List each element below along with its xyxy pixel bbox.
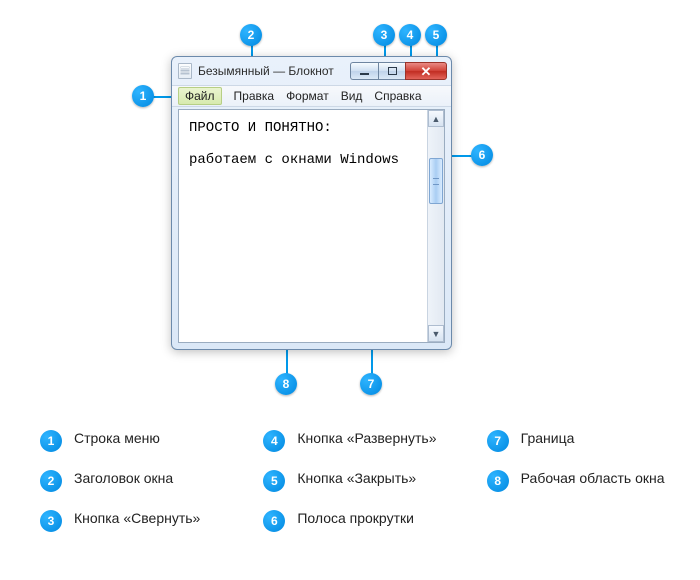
close-icon: ✕	[421, 65, 432, 78]
minimize-icon	[360, 73, 369, 75]
callout-3: 3	[373, 24, 395, 46]
menu-file[interactable]: Файл	[178, 87, 222, 105]
legend-item-4: 4 Кнопка «Развернуть»	[263, 430, 456, 452]
legend-num-8: 8	[487, 470, 509, 492]
scroll-thumb[interactable]	[429, 158, 443, 204]
notepad-icon	[178, 63, 192, 79]
menu-help[interactable]: Справка	[374, 89, 421, 103]
legend-num-5: 5	[263, 470, 285, 492]
legend-label-3: Кнопка «Свернуть»	[74, 510, 200, 528]
body-line-1: ПРОСТО И ПОНЯТНО:	[189, 120, 332, 136]
text-area[interactable]: ПРОСТО И ПОНЯТНО: работаем с окнами Wind…	[179, 110, 427, 342]
legend-num-3: 3	[40, 510, 62, 532]
scroll-down-button[interactable]: ▼	[428, 325, 444, 342]
menu-edit[interactable]: Правка	[234, 89, 275, 103]
callout-7: 7	[360, 373, 382, 395]
legend: 1 Строка меню 2 Заголовок окна 3 Кнопка …	[40, 430, 680, 532]
legend-label-7: Граница	[521, 430, 575, 448]
legend-col-1: 1 Строка меню 2 Заголовок окна 3 Кнопка …	[40, 430, 233, 532]
notepad-window: Безымянный — Блокнот ✕ Файл Правка Форма…	[171, 56, 452, 350]
legend-num-6: 6	[263, 510, 285, 532]
legend-label-4: Кнопка «Развернуть»	[297, 430, 436, 448]
callout-8: 8	[275, 373, 297, 395]
minimize-button[interactable]	[350, 62, 378, 80]
callout-4: 4	[399, 24, 421, 46]
legend-item-7: 7 Граница	[487, 430, 680, 452]
menubar: Файл Правка Формат Вид Справка	[172, 85, 451, 107]
legend-label-5: Кнопка «Закрыть»	[297, 470, 416, 488]
legend-label-6: Полоса прокрутки	[297, 510, 414, 528]
legend-num-4: 4	[263, 430, 285, 452]
maximize-button[interactable]	[378, 62, 406, 80]
legend-item-6: 6 Полоса прокрутки	[263, 510, 456, 532]
legend-item-3: 3 Кнопка «Свернуть»	[40, 510, 233, 532]
window-title: Безымянный — Блокнот	[198, 64, 344, 78]
legend-num-7: 7	[487, 430, 509, 452]
legend-item-2: 2 Заголовок окна	[40, 470, 233, 492]
leader-7	[371, 347, 373, 375]
scroll-up-button[interactable]: ▲	[428, 110, 444, 127]
legend-item-8: 8 Рабочая область окна	[487, 470, 680, 492]
legend-item-1: 1 Строка меню	[40, 430, 233, 452]
menu-format[interactable]: Формат	[286, 89, 329, 103]
legend-num-1: 1	[40, 430, 62, 452]
legend-item-5: 5 Кнопка «Закрыть»	[263, 470, 456, 492]
window-buttons: ✕	[350, 62, 447, 80]
maximize-icon	[388, 67, 397, 75]
legend-col-3: 7 Граница 8 Рабочая область окна	[487, 430, 680, 532]
legend-num-2: 2	[40, 470, 62, 492]
callout-1: 1	[132, 85, 154, 107]
callout-6: 6	[471, 144, 493, 166]
menu-view[interactable]: Вид	[341, 89, 363, 103]
vertical-scrollbar[interactable]: ▲ ▼	[427, 110, 444, 342]
legend-label-1: Строка меню	[74, 430, 160, 448]
legend-label-8: Рабочая область окна	[521, 470, 665, 488]
titlebar[interactable]: Безымянный — Блокнот ✕	[172, 57, 451, 85]
close-button[interactable]: ✕	[405, 62, 447, 80]
body-line-2: работаем с окнами Windows	[189, 152, 399, 168]
client-area: ПРОСТО И ПОНЯТНО: работаем с окнами Wind…	[178, 109, 445, 343]
legend-col-2: 4 Кнопка «Развернуть» 5 Кнопка «Закрыть»…	[263, 430, 456, 532]
callout-2: 2	[240, 24, 262, 46]
legend-label-2: Заголовок окна	[74, 470, 173, 488]
callout-5: 5	[425, 24, 447, 46]
